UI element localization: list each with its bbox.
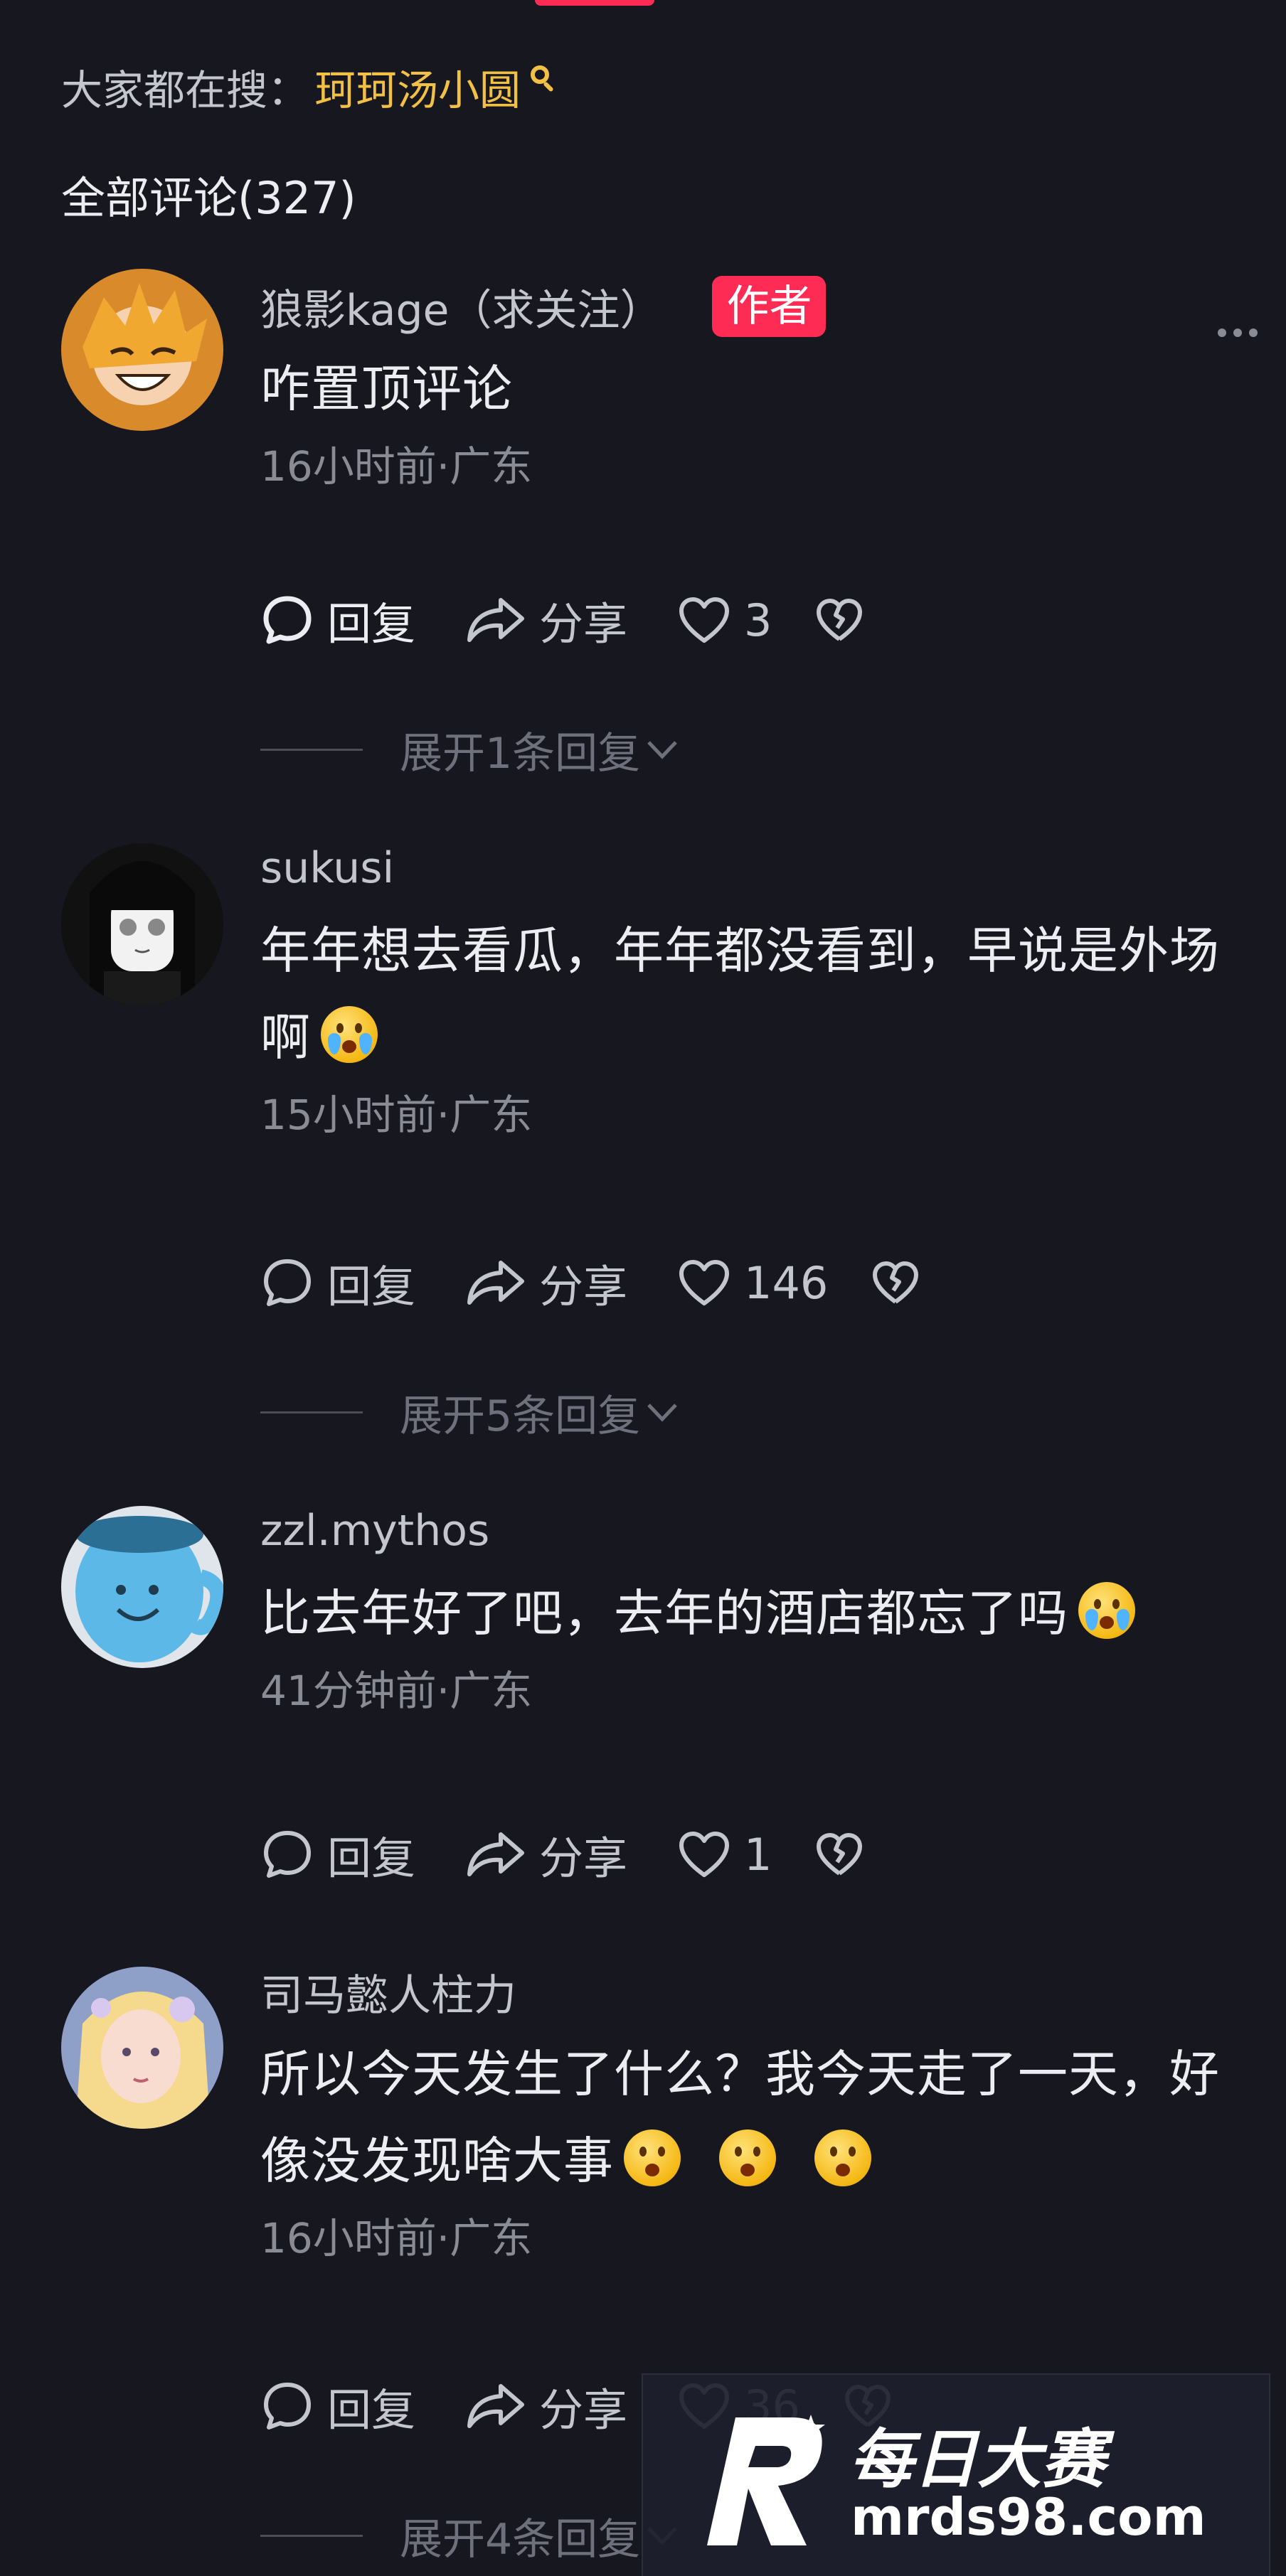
broken-heart-icon	[817, 1833, 863, 1876]
surprised-emoji-icon	[624, 2129, 681, 2186]
heart-outline-icon	[679, 1832, 730, 1877]
expand-replies-label: 展开1条回复	[400, 728, 641, 779]
heart-outline-icon	[679, 597, 730, 643]
like-count: 1	[744, 1828, 772, 1881]
like-count: 3	[744, 594, 772, 646]
comment-meta: 16小时前·广东	[260, 2214, 533, 2262]
trending-search-prefix: 大家都在搜：	[61, 66, 309, 114]
reply-label: 回复	[327, 598, 416, 650]
share-label: 分享	[539, 1832, 628, 1884]
top-indicator	[535, 0, 654, 6]
comment-meta: 16小时前·广东	[260, 442, 533, 491]
broken-heart-icon	[873, 1261, 919, 1304]
surprised-emoji-icon	[719, 2129, 776, 2186]
heart-outline-icon	[679, 1260, 730, 1305]
comment-bubble-icon	[264, 1831, 311, 1878]
comments-page: 大家都在搜： 珂珂汤小圆 全部评论(327) 狼影kage（求关注） 作者 咋置…	[0, 0, 1286, 2576]
like-count: 146	[744, 1256, 829, 1309]
share-label: 分享	[539, 1261, 628, 1313]
expand-replies[interactable]: 展开5条回复	[260, 1384, 680, 1441]
comment-meta: 41分钟前·广东	[260, 1667, 533, 1715]
trending-search-term[interactable]: 珂珂汤小圆	[314, 57, 521, 117]
comment-username[interactable]: sukusi	[260, 843, 394, 893]
search-icon[interactable]	[528, 65, 559, 108]
share-arrow-icon	[467, 1261, 525, 1305]
surprised-emoji-icon	[814, 2129, 871, 2186]
share-button[interactable]: 分享	[465, 2374, 627, 2438]
watermark-url: mrds98.com	[851, 2487, 1206, 2547]
share-button[interactable]: 分享	[465, 1251, 627, 1315]
avatar[interactable]	[61, 269, 223, 431]
author-badge: 作者	[712, 276, 827, 337]
comment-username[interactable]: 狼影kage（求关注）	[260, 276, 662, 338]
share-arrow-icon	[467, 1832, 525, 1876]
laughing-crying-emoji-icon	[1078, 1582, 1135, 1639]
comment-username[interactable]: zzl.mythos	[260, 1506, 489, 1556]
expand-replies-label: 展开4条回复	[400, 2514, 641, 2565]
expand-replies[interactable]: 展开4条回复	[260, 2507, 680, 2565]
like-button[interactable]: 146	[677, 1257, 828, 1309]
dislike-button[interactable]	[814, 1831, 877, 1878]
comment-meta: 15小时前·广东	[260, 1091, 533, 1139]
expand-replies-label: 展开5条回复	[400, 1391, 641, 1441]
reply-label: 回复	[327, 1832, 416, 1884]
comment-username[interactable]: 司马懿人柱力	[260, 1961, 516, 2023]
share-button[interactable]: 分享	[465, 1822, 627, 1886]
reply-button[interactable]: 回复	[260, 2374, 415, 2438]
expand-replies[interactable]: 展开1条回复	[260, 721, 680, 779]
more-dots-icon[interactable]	[1218, 328, 1258, 337]
share-arrow-icon	[467, 598, 525, 642]
chevron-down-icon	[647, 1404, 677, 1422]
comment-text: 比去年好了吧，去年的酒店都忘了吗	[260, 1570, 1258, 1657]
reply-button[interactable]: 回复	[260, 1822, 415, 1886]
reply-button[interactable]: 回复	[260, 588, 415, 652]
watermark-logo-icon	[707, 2415, 825, 2545]
crying-emoji-icon	[321, 1006, 378, 1063]
like-button[interactable]: 3	[677, 594, 772, 646]
avatar[interactable]	[61, 1967, 223, 2129]
reply-button[interactable]: 回复	[260, 1251, 415, 1315]
avatar[interactable]	[61, 1506, 223, 1668]
comment-bubble-icon	[264, 1259, 311, 1306]
avatar[interactable]	[61, 843, 223, 1005]
broken-heart-icon	[817, 599, 863, 641]
share-arrow-icon	[467, 2384, 525, 2428]
comment-text: 年年想去看瓜，年年都没看到，早说是外场啊	[260, 921, 1220, 1067]
reply-label: 回复	[327, 1261, 416, 1313]
like-button[interactable]: 1	[677, 1829, 772, 1881]
trending-search-row[interactable]: 大家都在搜： 珂珂汤小圆	[61, 58, 559, 115]
comment-bubble-icon	[264, 2383, 311, 2430]
share-label: 分享	[539, 598, 628, 650]
reply-label: 回复	[327, 2384, 416, 2436]
dislike-button[interactable]	[814, 597, 877, 643]
chevron-down-icon	[647, 741, 677, 759]
share-button[interactable]: 分享	[465, 588, 627, 652]
watermark-title: 每日大赛	[849, 2422, 1105, 2497]
share-label: 分享	[539, 2384, 628, 2436]
comment-text: 所以今天发生了什么？我今天走了一天，好 像没发现啥大事	[260, 2045, 1220, 2190]
dislike-button[interactable]	[871, 1259, 933, 1306]
watermark-overlay: 每日大赛 mrds98.com	[642, 2373, 1270, 2576]
comment-text: 咋置顶评论	[260, 360, 513, 418]
comments-count-heading: 全部评论(327)	[61, 172, 356, 224]
comment-bubble-icon	[263, 596, 312, 644]
